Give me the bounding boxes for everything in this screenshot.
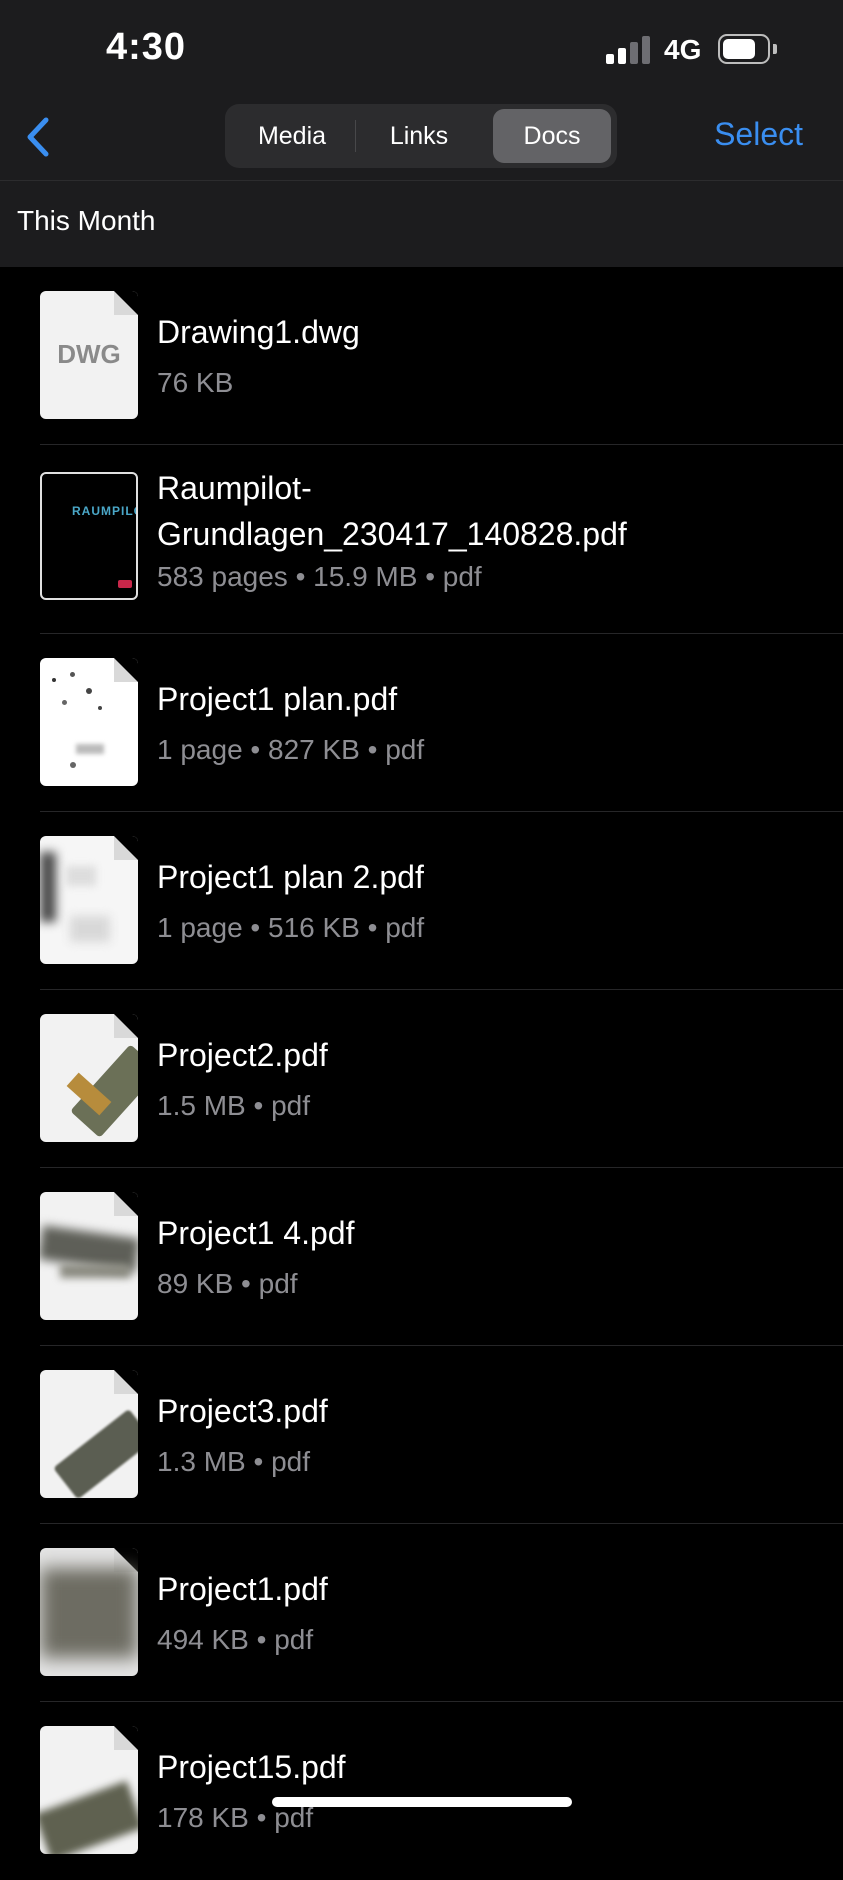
tab-docs[interactable]: Docs — [493, 109, 611, 163]
status-time: 4:30 — [106, 26, 187, 68]
list-item[interactable]: Project1.pdf 494 KB • pdf — [0, 1524, 843, 1702]
list-item[interactable]: Project3.pdf 1.3 MB • pdf — [0, 1346, 843, 1524]
file-name: Project1 plan.pdf — [157, 681, 398, 717]
select-button[interactable]: Select — [714, 116, 803, 153]
file-meta: 76 KB — [157, 367, 234, 398]
file-thumbnail — [40, 1192, 138, 1320]
battery-icon — [718, 34, 770, 64]
nav-bar: Media Links Docs Select — [0, 100, 843, 181]
tab-links[interactable]: Links — [357, 109, 481, 163]
file-name: Project1 plan 2.pdf — [157, 859, 424, 895]
list-item[interactable]: Project1 plan 2.pdf 1 page • 516 KB • pd… — [0, 812, 843, 990]
battery-tip — [773, 44, 777, 54]
file-name: Project2.pdf — [157, 1037, 328, 1073]
list-item[interactable]: Project2.pdf 1.5 MB • pdf — [0, 990, 843, 1168]
list-item[interactable]: DWG Drawing1.dwg 76 KB — [0, 267, 843, 445]
file-meta: 1 page • 827 KB • pdf — [157, 734, 425, 765]
chevron-left-icon — [27, 117, 49, 157]
list-item[interactable]: Project1 plan.pdf 1 page • 827 KB • pdf — [0, 634, 843, 812]
file-thumbnail: DWG — [40, 291, 138, 419]
file-name: Project3.pdf — [157, 1393, 328, 1429]
file-name: Drawing1.dwg — [157, 314, 360, 350]
home-indicator[interactable] — [272, 1797, 572, 1807]
dwg-file-icon: DWG — [57, 339, 121, 369]
network-type: 4G — [664, 34, 702, 65]
file-name: Project15.pdf — [157, 1749, 346, 1785]
section-title: This Month — [17, 205, 156, 236]
cover-title: RAUMPILO — [72, 504, 138, 518]
file-meta: 583 pages • 15.9 MB • pdf — [157, 561, 482, 592]
back-button[interactable] — [18, 112, 62, 162]
file-meta: 89 KB • pdf — [157, 1268, 298, 1299]
segmented-control: Media Links Docs — [225, 104, 617, 168]
file-name: Project1 4.pdf — [157, 1215, 355, 1251]
file-meta: 1 page • 516 KB • pdf — [157, 912, 425, 943]
tab-divider — [355, 120, 356, 152]
file-meta: 1.3 MB • pdf — [157, 1446, 310, 1477]
file-meta: 494 KB • pdf — [157, 1624, 314, 1655]
file-thumbnail — [40, 836, 138, 964]
file-thumbnail — [40, 1548, 138, 1676]
file-thumbnail — [40, 1370, 138, 1498]
file-thumbnail: RAUMPILO — [40, 472, 138, 600]
section-header: This Month — [0, 181, 843, 267]
status-bar: 4:30 4G — [0, 0, 843, 100]
file-name: Raumpilot- Grundlagen_230417_140828.pdf — [157, 470, 627, 552]
tab-media[interactable]: Media — [231, 109, 353, 163]
file-thumbnail — [40, 658, 138, 786]
file-thumbnail — [40, 1726, 138, 1854]
file-meta: 1.5 MB • pdf — [157, 1090, 310, 1121]
list-item[interactable]: Project15.pdf 178 KB • pdf — [0, 1702, 843, 1880]
list-item[interactable]: Project1 4.pdf 89 KB • pdf — [0, 1168, 843, 1346]
signal-strength-icon — [606, 36, 650, 64]
list-item[interactable]: RAUMPILO Raumpilot- Grundlagen_230417_14… — [0, 445, 843, 634]
file-name: Project1.pdf — [157, 1571, 328, 1607]
file-thumbnail — [40, 1014, 138, 1142]
